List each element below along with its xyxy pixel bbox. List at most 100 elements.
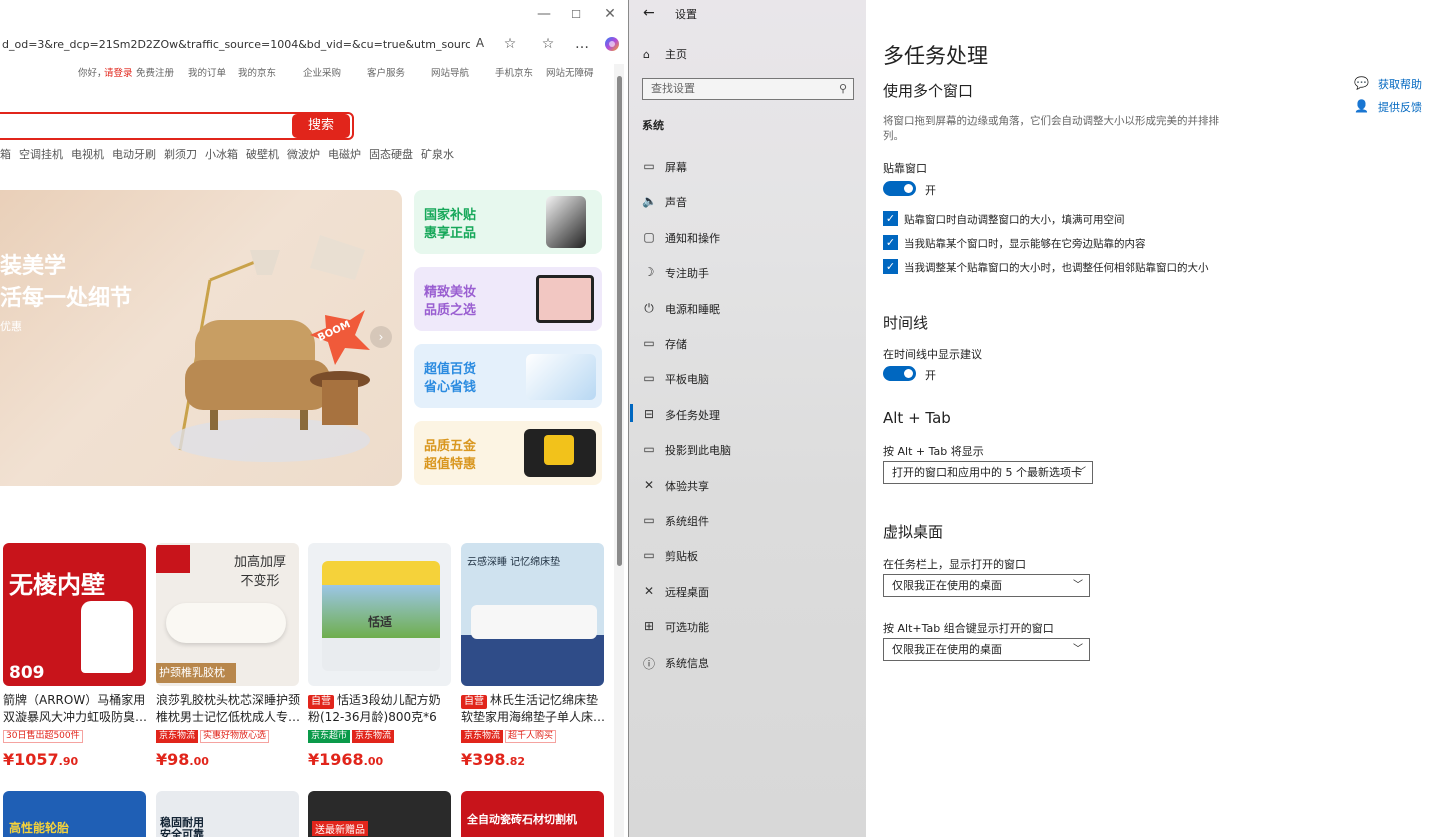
promo-card-hardware[interactable]: 品质五金 超值特惠 [414,421,602,485]
myjd-link[interactable]: 我的京东 [238,65,276,79]
product-title[interactable]: 自营恬适3段幼儿配方奶粉(12-36月龄)800克*6【… [308,692,452,726]
vdesk-alttab-dropdown[interactable]: 仅限我正在使用的桌面 ﹀ [883,638,1090,661]
product-card[interactable]: 加高加厚 不变形 护颈椎乳胶枕 浪莎乳胶枕头枕芯深睡护颈椎枕男士记忆低枕成人专…… [156,543,300,769]
timeline-toggle[interactable] [883,366,916,381]
product-image: 加高加厚 不变形 护颈椎乳胶枕 [156,543,299,686]
promo-card-goods[interactable]: 超值百货 省心省钱 [414,344,602,408]
product-card[interactable]: 恬适 自营恬适3段幼儿配方奶粉(12-36月龄)800克*6【… 京东超市京东物… [308,543,452,769]
promo-card-beauty[interactable]: 精致美妆 品质之选 [414,267,602,331]
hotword[interactable]: 空调挂机 [19,148,63,161]
nav-home[interactable]: ⌂ 主页 [643,46,687,62]
nav-item[interactable]: ✕ 体验共享 [629,470,867,500]
hotword[interactable]: 矿泉水 [421,148,454,161]
settings-search-input[interactable]: 查找设置 ⚲ [642,78,854,100]
read-aloud-icon[interactable]: A [470,36,490,50]
home-icon: ⌂ [643,48,650,61]
copilot-icon[interactable] [602,36,622,56]
chevron-down-icon: ﹀ [1076,467,1086,478]
product-card[interactable]: 送最新赠品 [308,791,451,837]
self-op-badge: 自营 [308,695,334,709]
service-link[interactable]: 客户服务 [367,65,405,79]
nav-item-icon: ⊞ [643,619,655,634]
login-link[interactable]: 请登录 [104,65,133,79]
search-button[interactable]: 搜索 [292,114,350,138]
sitenav-link[interactable]: 网站导航 [431,65,469,79]
alttab-dropdown[interactable]: 打开的窗口和应用中的 5 个最新选项卡 ﹀ [883,461,1093,484]
hotword[interactable]: 固态硬盘 [369,148,413,161]
nav-item[interactable]: ⏻ 电源和睡眠 [629,293,867,323]
nav-item[interactable]: ☽ 专注助手 [629,257,867,287]
hotword[interactable]: 电视机 [71,148,104,161]
nav-item[interactable]: 🔈 声音 [629,186,867,216]
promo-subtitle: 超值特惠 [424,457,477,472]
product-image-text: 加高加厚 不变形 [233,555,286,589]
makeup-image [536,275,594,323]
minimize-button[interactable]: — [534,6,554,22]
hotword[interactable]: 电磁炉 [328,148,361,161]
snap-resize-checkbox[interactable]: ✓ [883,259,898,274]
collections-icon[interactable]: ☆ [538,36,558,52]
greeting: 你好， [78,68,107,79]
promo-subtitle: 品质之选 [424,303,477,318]
product-image: 云感深睡 记忆绵床垫 [461,543,604,686]
vdesk-alttab-label: 按 Alt+Tab 组合键显示打开的窗口 [883,622,1054,635]
nav-item[interactable]: ✕ 远程桌面 [629,576,867,606]
product-title[interactable]: 浪莎乳胶枕头枕芯深睡护颈椎枕男士记忆低枕成人专… [156,692,300,726]
hotword[interactable]: 剃须刀 [164,148,197,161]
nav-item[interactable]: ▭ 系统组件 [629,505,867,535]
register-link[interactable]: 免费注册 [136,65,174,79]
page-scrollbar[interactable] [614,64,624,837]
product-title[interactable]: 自营 林氏生活记忆绵床垫软垫家用海绵垫子单人床… [461,692,605,726]
hotword[interactable]: 破壁机 [246,148,279,161]
maximize-button[interactable]: ☐ [566,8,586,21]
snap-section-title: 使用多个窗口 [883,82,974,100]
nav-item-icon: ✕ [643,477,655,492]
nav-item[interactable]: ▭ 剪贴板 [629,540,867,570]
product-tag: 京东超市 [308,730,351,743]
nav-item[interactable]: ▢ 通知和操作 [629,222,867,252]
tissue-image [526,354,596,400]
snap-windows-toggle[interactable] [883,181,916,196]
address-bar[interactable]: d_od=3&re_dcp=21Sm2D2ZOw&traffic_source=… [0,34,470,56]
close-button[interactable]: ✕ [600,6,620,22]
nav-item[interactable]: ⊞ 可选功能 [629,611,867,641]
hotword[interactable]: 小冰箱 [205,148,238,161]
mobile-link[interactable]: 手机京东 [495,65,533,79]
orders-link[interactable]: 我的订单 [188,65,226,79]
favorite-star-icon[interactable]: ☆ [500,36,520,52]
more-icon[interactable]: … [572,36,592,52]
back-arrow-icon[interactable]: ← [643,5,655,21]
nav-item[interactable]: ⓘ 系统信息 [629,647,867,677]
nav-item-icon: ▭ [643,336,655,350]
nav-item[interactable]: ▭ 存储 [629,328,867,358]
promo-card-subsidy[interactable]: 国家补贴 惠享正品 [414,190,602,254]
product-card[interactable]: 云感深睡 记忆绵床垫 自营 林氏生活记忆绵床垫软垫家用海绵垫子单人床… 京东物流超… [461,543,605,769]
hotword[interactable]: 电动牙刷 [112,148,156,161]
product-title[interactable]: 箭牌（ARROW）马桶家用双漩暴风大冲力虹吸防臭… [3,692,147,726]
product-card[interactable]: 全自动瓷砖石材切割机 [461,791,604,837]
product-image-price: 809 [9,663,45,683]
hotword[interactable]: 微波炉 [287,148,320,161]
product-card[interactable]: 高性能轮胎 [3,791,146,837]
snap-assist-checkbox[interactable]: ✓ [883,235,898,250]
search-icon: ⚲ [838,82,847,95]
accessible-link[interactable]: 网站无障碍 [546,65,594,79]
nav-item-icon: ⏻ [644,300,654,315]
hero-banner[interactable]: 装美学 活每一处细节 优惠 BOOM › [0,190,402,486]
get-help-link[interactable]: 💬 获取帮助 [1354,76,1422,92]
banner-next-button[interactable]: › [370,326,392,348]
nav-item[interactable]: ▭ 平板电脑 [629,363,867,393]
nav-item-label: 可选功能 [665,621,709,635]
nav-item[interactable]: ▭ 屏幕 [629,151,867,181]
product-card[interactable]: 无棱内壁 809 箭牌（ARROW）马桶家用双漩暴风大冲力虹吸防臭… 30日售出… [3,543,147,769]
scrollbar-thumb[interactable] [617,76,622,566]
hotword[interactable]: 箱 [0,148,11,161]
nav-item[interactable]: ▭ 投影到此电脑 [629,434,867,464]
vdesk-taskbar-dropdown[interactable]: 仅限我正在使用的桌面 ﹀ [883,574,1090,597]
snap-fill-checkbox[interactable]: ✓ [883,211,898,226]
nav-item[interactable]: ⊟ 多任务处理 [629,399,867,429]
enterprise-link[interactable]: 企业采购 [303,65,341,79]
snap-windows-label: 贴靠窗口 [883,162,927,175]
product-card[interactable]: 稳固耐用 安全可靠 [156,791,299,837]
feedback-link[interactable]: 👤 提供反馈 [1354,99,1422,115]
